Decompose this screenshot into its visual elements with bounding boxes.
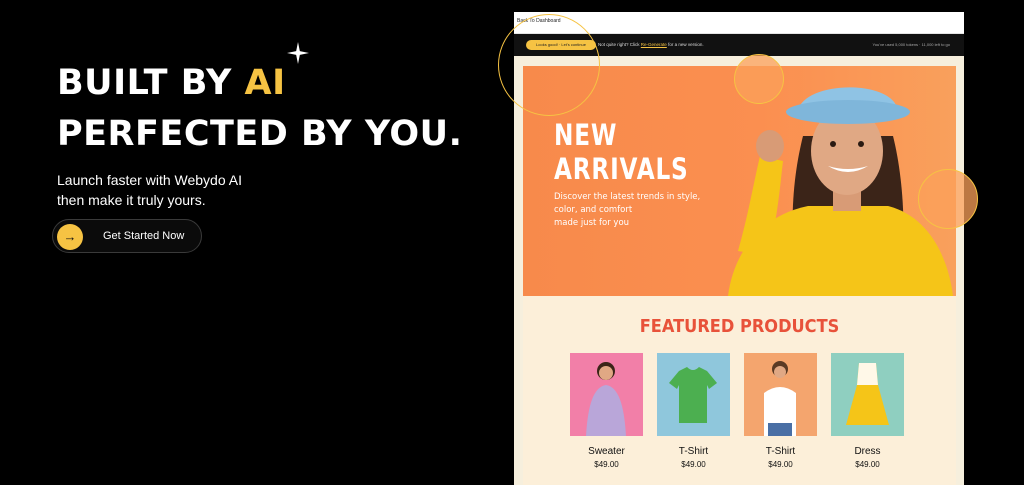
token-usage: You've used 5,000 tokens · 11,000 left t…: [872, 42, 951, 47]
product-name: T-Shirt: [678, 446, 709, 457]
hero-subtitle: Launch faster with Webydo AI then make i…: [57, 170, 497, 210]
product-card[interactable]: Dress $49.00: [831, 353, 904, 469]
subtitle-line: then make it truly yours.: [57, 192, 206, 208]
headline-part: BUILT BY: [57, 63, 245, 103]
decorative-ring: [734, 54, 784, 104]
product-image: [657, 353, 730, 436]
hero-headline: BUILT BY AI PERFECTED BY YOU.: [57, 58, 497, 160]
site-canvas: NEW ARRIVALS Discover the latest trends i…: [514, 56, 964, 485]
product-name: T-Shirt: [765, 446, 796, 457]
decorative-ring: [918, 169, 978, 229]
product-name: Sweater: [588, 446, 625, 457]
product-card[interactable]: T-Shirt $49.00: [657, 353, 730, 469]
hero-section: BUILT BY AI PERFECTED BY YOU. Launch fas…: [57, 42, 497, 210]
model-photo: [728, 87, 953, 296]
headline-line2: PERFECTED BY YOU.: [57, 114, 463, 154]
featured-title: FEATURED PRODUCTS: [639, 316, 840, 337]
regenerate-message: Not quite right? Click Re-Generate for a…: [598, 42, 704, 47]
decorative-ring: [498, 14, 600, 116]
arrow-right-icon: →: [57, 224, 83, 250]
product-image: [831, 353, 904, 436]
product-card[interactable]: Sweater $49.00: [570, 353, 643, 469]
regenerate-link[interactable]: Re-Generate: [641, 42, 667, 47]
product-card[interactable]: T-Shirt $49.00: [744, 353, 817, 469]
featured-products-section: FEATURED PRODUCTS Sweater $49.00 T-Shirt…: [523, 296, 956, 485]
product-price: $49.00: [855, 460, 880, 469]
product-name: Dress: [854, 446, 881, 457]
headline-ai: AI: [244, 63, 286, 103]
get-started-button[interactable]: → Get Started Now: [52, 219, 202, 253]
sparkle-icon: [287, 42, 309, 64]
product-image: [570, 353, 643, 436]
subtitle-line: Launch faster with Webydo AI: [57, 172, 242, 188]
product-image: [744, 353, 817, 436]
product-price: $49.00: [681, 460, 706, 469]
product-price: $49.00: [594, 460, 619, 469]
cta-label: Get Started Now: [103, 230, 185, 242]
product-price: $49.00: [768, 460, 793, 469]
banner-text: Discover the latest trends in style, colo…: [554, 192, 701, 228]
banner-title: NEW ARRIVALS: [554, 118, 689, 186]
new-arrivals-banner: NEW ARRIVALS Discover the latest trends i…: [523, 66, 956, 296]
